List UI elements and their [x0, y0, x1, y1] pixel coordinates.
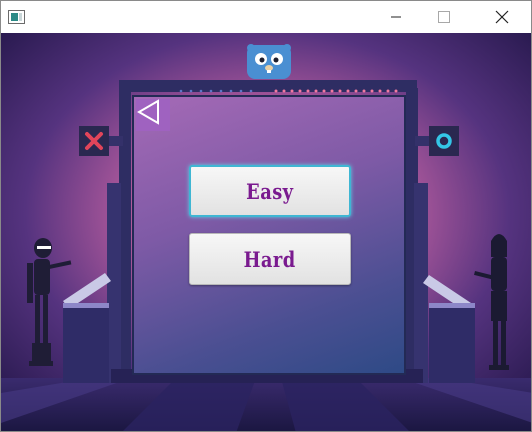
back-button[interactable]	[136, 99, 170, 131]
maximize-icon	[438, 11, 450, 23]
back-triangle-icon	[137, 99, 159, 125]
hard-button-label: Hard	[243, 246, 297, 272]
game-scene: Easy Hard	[1, 33, 531, 431]
app-window: Easy Hard	[0, 0, 532, 432]
title-bar[interactable]	[1, 1, 531, 33]
minimize-button[interactable]	[373, 1, 419, 33]
hard-button[interactable]: Hard	[189, 233, 351, 285]
easy-button[interactable]: Easy	[189, 165, 351, 217]
difficulty-menu-panel: Easy Hard	[132, 95, 406, 375]
app-icon	[8, 10, 25, 24]
gopher-icon	[247, 44, 291, 79]
close-button[interactable]	[479, 1, 525, 33]
minimize-icon	[391, 16, 401, 18]
close-icon	[495, 10, 509, 24]
easy-button-label: Easy	[246, 178, 294, 204]
maximize-button[interactable]	[421, 1, 467, 33]
